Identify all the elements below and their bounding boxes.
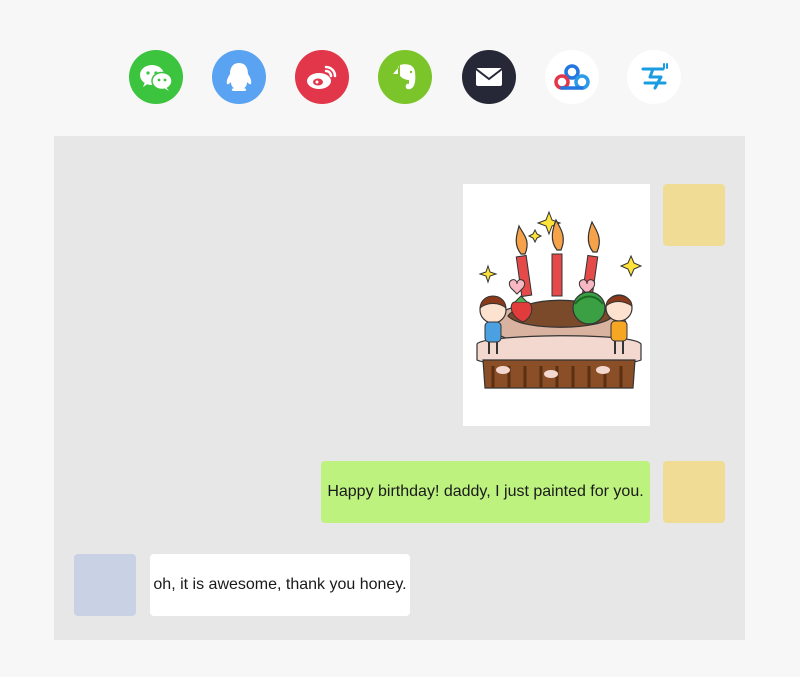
wechat-icon — [140, 65, 173, 91]
chat-panel: Happy birthday! daddy, I just painted fo… — [54, 136, 745, 640]
weibo-icon — [307, 65, 337, 89]
evernote-share-button[interactable] — [378, 50, 432, 104]
message-text: Happy birthday! daddy, I just painted fo… — [327, 483, 644, 500]
baidu-cloud-icon — [554, 64, 590, 90]
birthday-cake-drawing — [476, 210, 643, 389]
email-share-button[interactable] — [462, 50, 516, 104]
qq-penguin-icon — [226, 63, 252, 91]
self-avatar[interactable] — [663, 184, 725, 246]
share-bar — [0, 50, 800, 106]
qq-share-button[interactable] — [212, 50, 266, 104]
alipay-share-button[interactable] — [627, 50, 681, 104]
envelope-icon — [475, 68, 503, 86]
baidu-cloud-share-button[interactable] — [545, 50, 599, 104]
alipay-icon — [641, 63, 668, 90]
contact-message-bubble: oh, it is awesome, thank you honey. — [150, 554, 410, 616]
contact-avatar[interactable] — [74, 554, 136, 616]
message-text: oh, it is awesome, thank you honey. — [153, 576, 407, 593]
image-message[interactable] — [463, 184, 650, 426]
self-avatar[interactable] — [663, 461, 725, 523]
evernote-elephant-icon — [393, 64, 416, 90]
weibo-share-button[interactable] — [295, 50, 349, 104]
wechat-share-button[interactable] — [129, 50, 183, 104]
self-message-bubble: Happy birthday! daddy, I just painted fo… — [321, 461, 650, 523]
